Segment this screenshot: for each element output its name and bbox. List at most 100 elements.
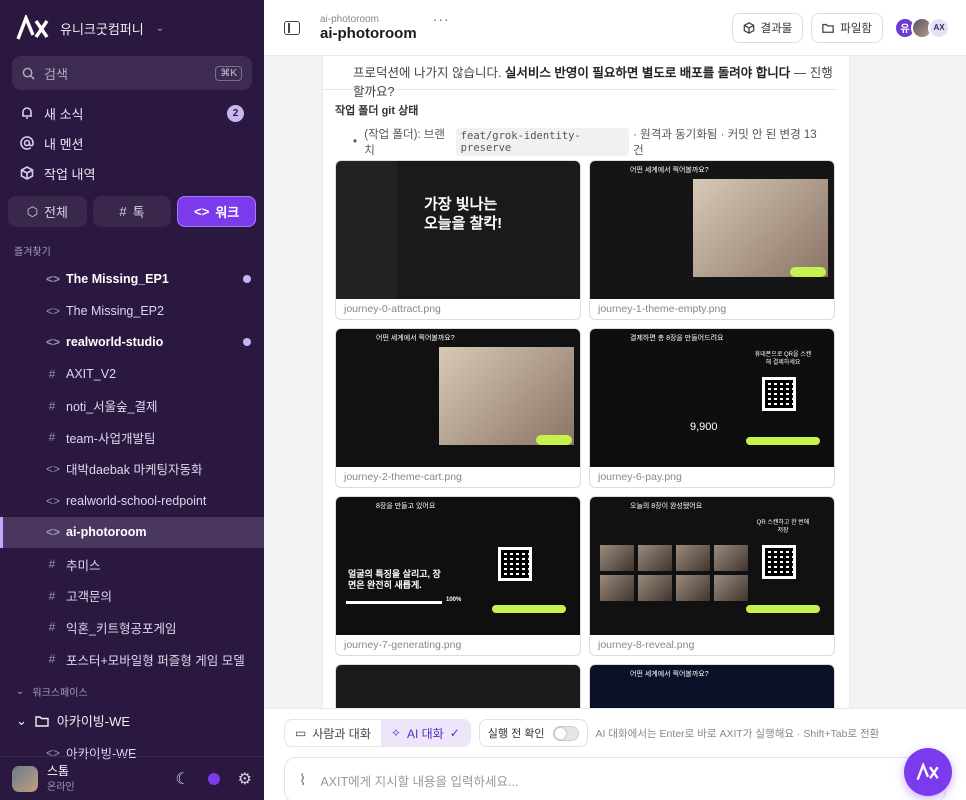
channel-label: realworld-school-redpoint — [66, 493, 207, 508]
nav-mentions-label: 내 멘션 — [44, 136, 84, 152]
mode-ai[interactable]: ✧ AI 대화 ✓ — [380, 720, 470, 746]
tab-all[interactable]: ⬡ 전체 — [8, 196, 87, 227]
axit-logo — [16, 15, 49, 40]
tab-talk-label: 톡 — [132, 205, 145, 220]
branch-name: feat/grok-identity-preserve — [455, 128, 630, 156]
tab-talk[interactable]: # 톡 — [92, 196, 172, 227]
result-photo — [600, 575, 634, 601]
image-preview: 어떤 세계에서 찍어볼까요? — [590, 665, 834, 708]
mode-human-label: 사람과 대화 — [312, 726, 371, 741]
files-label: 파일함 — [840, 22, 872, 35]
image-overlay-text: 오늘의 8장이 완성됐어요 — [630, 503, 703, 510]
toggle-switch[interactable] — [552, 725, 579, 741]
image-sub-text: 얼굴의 특징을 살리고, 장면은 완전히 새롭게. — [348, 569, 441, 590]
breadcrumb: ai-photoroom — [320, 13, 379, 25]
channel-item[interactable]: # AXIT_V2 — [0, 358, 264, 390]
image-preview: 결제하면 총 8장을 만들어드려요 9,900 휴대폰으로 QR을 스캔해 결제하세… — [590, 329, 834, 467]
image-thumbnail[interactable]: 8장을 만들고 있어요 얼굴의 특징을 살리고, 장면은 완전히 새롭게. 100%… — [335, 496, 581, 656]
photo-frame — [693, 179, 828, 277]
cta-button — [492, 605, 566, 613]
member-avatars[interactable]: 유 AX — [894, 16, 950, 39]
channel-item[interactable]: # noti_서울숲_결제 — [0, 390, 264, 422]
cta-button — [790, 267, 826, 277]
image-overlay-text: 어떤 세계에서 찍어볼까요? — [376, 335, 455, 342]
moon-icon[interactable]: ☾ — [175, 769, 189, 789]
precheck-toggle[interactable]: 실행 전 확인 — [478, 719, 588, 747]
channel-item[interactable]: # team-사업개발팀 — [0, 421, 264, 453]
channel-item[interactable]: <> realworld-studio — [0, 326, 264, 358]
channel-item[interactable]: <> The Missing_EP2 — [0, 295, 264, 327]
channel-label: 익혼_키트형공포게임 — [66, 621, 177, 636]
channel-item[interactable]: # 추미스 — [0, 548, 264, 580]
nav-history[interactable]: 작업 내역 — [0, 158, 264, 188]
channel-label: 대박daebak 마케팅자동화 — [66, 463, 203, 478]
image-thumbnail[interactable]: 어떤 세계에서 찍어볼까요? journey-1-theme-empty.png — [589, 160, 835, 320]
channel-label: 추미스 — [66, 558, 101, 573]
nav-history-label: 작업 내역 — [44, 166, 96, 182]
nav-news[interactable]: 새 소식 2 — [0, 98, 264, 128]
chevron-down-icon: ⌄ — [16, 712, 27, 728]
image-thumbnail[interactable]: 어떤 세계에서 찍어볼까요? — [589, 664, 835, 708]
input-placeholder: AXIT에게 지시할 내용을 입력하세요... — [320, 774, 519, 789]
unread-dot — [243, 274, 251, 283]
composer-hint: AI 대화에서는 Enter로 바로 AXIT가 실행해요 · Shift+Ta… — [595, 727, 880, 740]
image-filename: journey-8-reveal.png — [598, 639, 695, 651]
cta-button — [746, 605, 820, 613]
chat-icon: ▭ — [295, 726, 307, 740]
gear-icon[interactable]: ⚙ — [238, 769, 252, 789]
sidebar-toggle-icon[interactable] — [284, 20, 300, 35]
workspace-name: 유니크굿컴퍼니 — [60, 21, 144, 37]
image-filename: journey-2-theme-cart.png — [344, 471, 462, 483]
sparkle-icon: ✧ — [390, 726, 401, 740]
result-photo — [638, 545, 672, 571]
channel-item[interactable]: # 포스터+모바일형 퍼즐형 게임 모델 — [0, 643, 264, 675]
git-post: · 원격과 동기화됨 · 커밋 안 된 변경 13건 — [633, 129, 817, 157]
image-thumbnail[interactable]: 어떤 세계에서 찍어볼까요? journey-2-theme-cart.png — [335, 328, 581, 488]
tab-work[interactable]: <> 워크 — [177, 196, 257, 227]
qr-caption: QR 스캔하고 한 번에 저장 — [756, 520, 810, 534]
git-status-line: • (작업 폴더): 브랜치 feat/grok-identity-preser… — [323, 118, 849, 166]
qr-code — [762, 377, 796, 411]
files-button[interactable]: 파일함 — [811, 12, 883, 43]
channel-label: noti_서울숲_결제 — [66, 400, 158, 415]
avatar[interactable] — [12, 765, 38, 792]
channel-label: 포스터+모바일형 퍼즐형 게임 모델 — [66, 653, 245, 668]
mode-human[interactable]: ▭ 사람과 대화 — [285, 720, 381, 746]
result-photo — [714, 575, 748, 601]
search-input[interactable]: 검색 ⌘K — [12, 56, 252, 90]
image-thumbnail[interactable]: 오늘의 8장이 완성됐어요 QR 스캔하고 한 번에 저장 journey-8-re… — [589, 496, 835, 656]
paperclip-icon[interactable]: ⌇ — [299, 771, 306, 789]
channel-label: realworld-studio — [66, 335, 164, 350]
git-pre: (작업 폴더): 브랜치 — [364, 129, 445, 157]
axit-fab-button[interactable] — [904, 748, 952, 796]
channel-item[interactable]: # 고객문의 — [0, 580, 264, 612]
price-text: 9,900 — [690, 421, 718, 433]
more-icon[interactable]: ··· — [433, 11, 450, 27]
workspace-switcher[interactable]: 유니크굿컴퍼니 ⌄ — [0, 0, 264, 56]
folder-icon — [822, 23, 835, 33]
image-thumbnail[interactable]: 결제하면 총 8장을 만들어드려요 9,900 휴대폰으로 QR을 스캔해 결제하세… — [589, 328, 835, 488]
channel-item[interactable]: <> ai-photoroom — [0, 516, 264, 549]
channel-item[interactable]: # 익혼_키트형공포게임 — [0, 612, 264, 644]
channel-label: The Missing_EP1 — [66, 271, 169, 286]
mode-ai-label: AI 대화 — [406, 726, 444, 741]
image-thumbnail[interactable]: 가장 빛나는 오늘을 찰칵! journey-0-attract.png — [335, 160, 581, 320]
channel-label: 고객문의 — [66, 590, 113, 605]
image-thumbnail[interactable] — [335, 664, 581, 708]
channel-item[interactable]: <> The Missing_EP1 — [0, 263, 264, 295]
image-preview — [336, 665, 580, 708]
presence-dot[interactable] — [207, 772, 220, 785]
folder-archive[interactable]: ⌄ 아카이빙-WE — [0, 705, 264, 737]
image-overlay-text: 가장 빛나는 오늘을 찰칵! — [424, 196, 503, 232]
message-input[interactable]: ⌇ AXIT에게 지시할 내용을 입력하세요... — [284, 757, 946, 800]
image-filename: journey-7-generating.png — [344, 639, 462, 651]
mode-switch[interactable]: ▭ 사람과 대화 ✧ AI 대화 ✓ — [284, 719, 471, 747]
tab-work-label: 워크 — [215, 205, 240, 220]
channel-item[interactable]: <> realworld-school-redpoint — [0, 485, 264, 517]
message-text-pre: 프로덕션에 나가지 않습니다. — [353, 66, 505, 80]
code-icon: <> — [194, 204, 210, 219]
nav-mentions[interactable]: 내 멘션 — [0, 128, 264, 158]
results-button[interactable]: 결과물 — [731, 12, 804, 43]
image-preview: 어떤 세계에서 찍어볼까요? — [590, 161, 834, 299]
channel-item[interactable]: <> 대박daebak 마케팅자동화 — [0, 453, 264, 485]
